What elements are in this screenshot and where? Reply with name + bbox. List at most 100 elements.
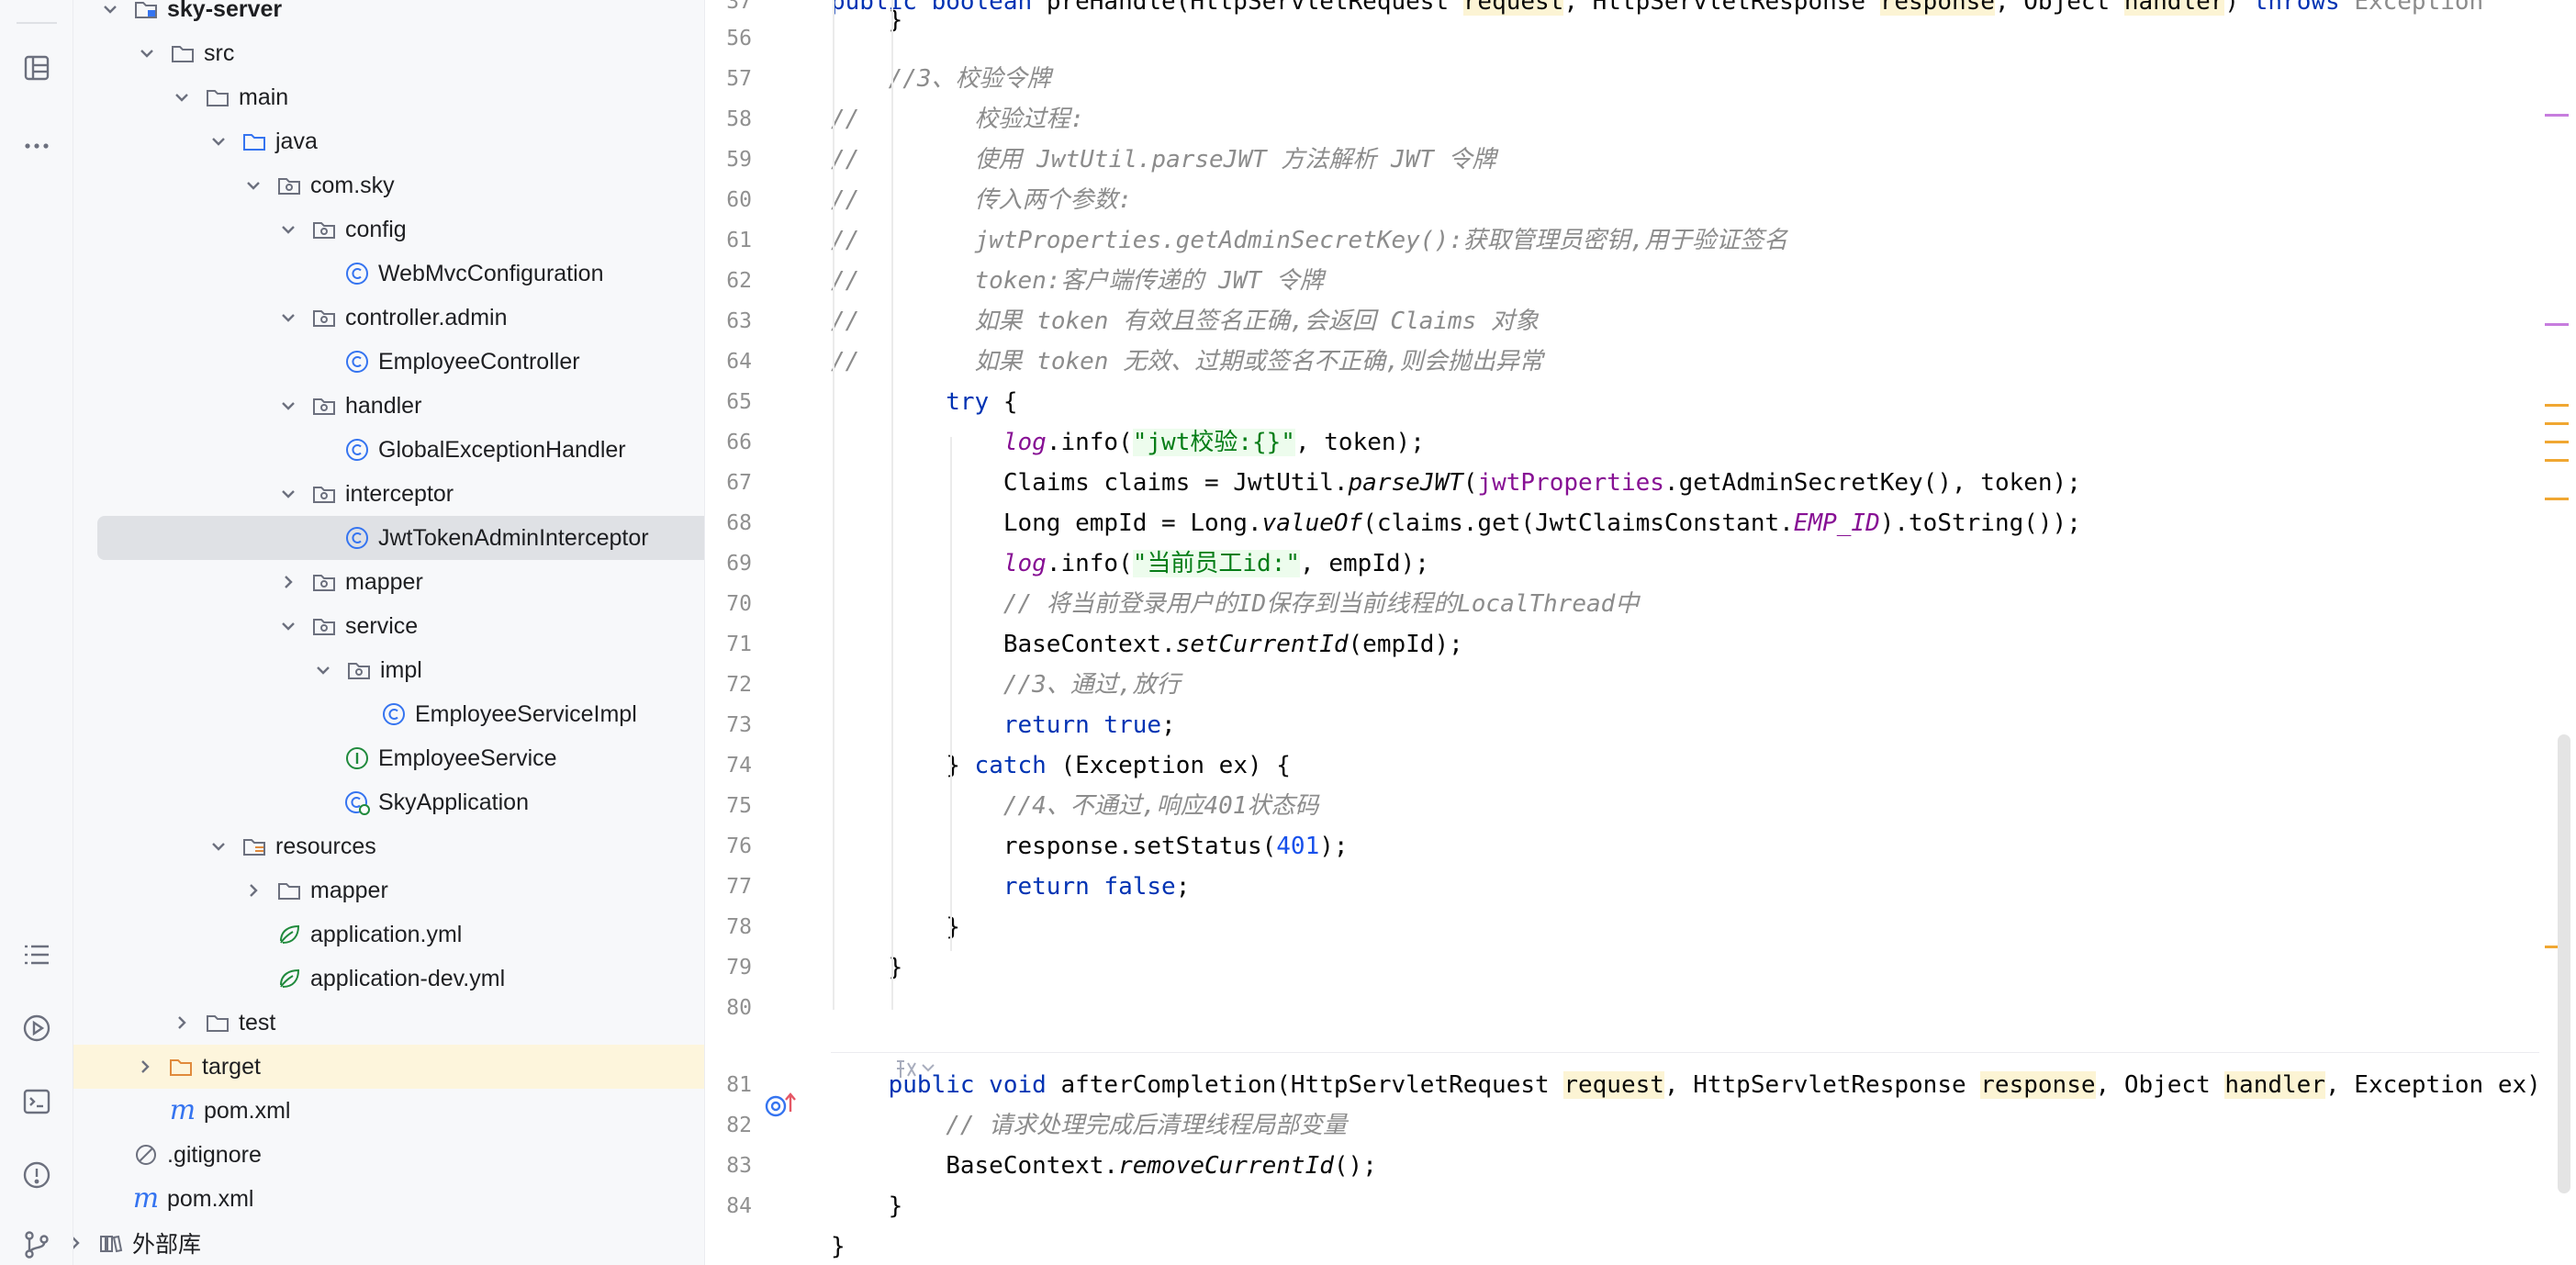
- tree-item[interactable]: main: [73, 75, 704, 119]
- code-line[interactable]: [831, 18, 2576, 59]
- tree-item[interactable]: application-dev.yml: [73, 957, 704, 1001]
- tree-item[interactable]: mapper: [73, 560, 704, 604]
- chevron-down-icon[interactable]: [312, 659, 334, 681]
- tree-item[interactable]: config: [73, 207, 704, 252]
- tree-item[interactable]: test: [73, 1001, 704, 1045]
- chevron-down-icon[interactable]: [207, 130, 230, 152]
- more-icon[interactable]: [17, 121, 57, 162]
- code-line[interactable]: }: [831, 907, 2576, 947]
- code-line[interactable]: // 使用 JwtUtil.parseJWT 方法解析 JWT 令牌: [831, 140, 2576, 180]
- chevron-down-icon[interactable]: [277, 615, 299, 637]
- code-line[interactable]: return false;: [831, 867, 2576, 907]
- tree-item[interactable]: .gitignore: [73, 1133, 704, 1177]
- code-line[interactable]: // token:客户端传递的 JWT 令牌: [831, 261, 2576, 301]
- tree-item[interactable]: resources: [73, 824, 704, 868]
- code-token: "当前员工id:": [1132, 550, 1301, 577]
- line-number: 82: [726, 1114, 752, 1137]
- git-icon[interactable]: [17, 1225, 57, 1265]
- chevron-down-icon[interactable]: [136, 42, 158, 64]
- code-line[interactable]: [831, 988, 2576, 1028]
- tree-item[interactable]: EmployeeServiceImpl: [73, 692, 704, 736]
- tree-item[interactable]: WebMvcConfiguration: [73, 252, 704, 296]
- code-line[interactable]: BaseContext.setCurrentId(empId);: [831, 624, 2576, 665]
- tree-item[interactable]: m pom.xml: [73, 1177, 704, 1221]
- code-line[interactable]: //3、校验令牌: [831, 59, 2576, 99]
- tree-item[interactable]: handler: [73, 384, 704, 428]
- code-line[interactable]: // 请求处理完成后清理线程局部变量: [831, 1105, 2576, 1146]
- tree-item[interactable]: sky-server: [73, 0, 704, 31]
- code-token: Long empId = Long.: [831, 509, 1262, 537]
- tree-item[interactable]: 外部库: [73, 1221, 704, 1265]
- code-line[interactable]: log.info("当前员工id:", empId);: [831, 543, 2576, 584]
- tree-item[interactable]: EmployeeService: [73, 736, 704, 780]
- code-line[interactable]: // 校验过程:: [831, 99, 2576, 140]
- code-line[interactable]: return true;: [831, 705, 2576, 745]
- tree-item[interactable]: mapper: [73, 868, 704, 912]
- code-line[interactable]: Claims claims = JwtUtil.parseJWT(jwtProp…: [831, 463, 2576, 503]
- terminal-icon[interactable]: [17, 1081, 57, 1122]
- problems-icon[interactable]: [17, 1155, 57, 1195]
- tree-item[interactable]: m pom.xml: [73, 1089, 704, 1133]
- code-line[interactable]: }: [831, 1226, 2576, 1265]
- tree-item[interactable]: application.yml: [73, 912, 704, 957]
- code-line[interactable]: }: [831, 947, 2576, 988]
- tree-item[interactable]: JwtTokenAdminInterceptor: [97, 516, 704, 560]
- tree-item-label: EmployeeController: [378, 348, 580, 375]
- chevron-down-icon[interactable]: [99, 0, 121, 20]
- run-icon[interactable]: [17, 1008, 57, 1048]
- todo-list-icon[interactable]: [17, 935, 57, 975]
- code-line[interactable]: // 如果 token 有效且签名正确,会返回 Claims 对象: [831, 301, 2576, 341]
- chevron-down-icon[interactable]: [277, 483, 299, 505]
- tree-item[interactable]: service: [73, 604, 704, 648]
- chevron-down-icon[interactable]: [171, 86, 193, 108]
- code-token: setCurrentId: [1175, 631, 1349, 658]
- tree-item[interactable]: java: [73, 119, 704, 163]
- code-line[interactable]: // jwtProperties.getAdminSecretKey():获取管…: [831, 220, 2576, 261]
- code-line[interactable]: // 传入两个参数:: [831, 180, 2576, 220]
- spring-yml-icon: [275, 965, 303, 992]
- tree-item[interactable]: target: [73, 1045, 704, 1089]
- line-number: 61: [726, 229, 752, 252]
- tree-item[interactable]: interceptor: [73, 472, 704, 516]
- tree-item-label: service: [345, 612, 419, 639]
- chevron-right-icon[interactable]: [242, 879, 264, 901]
- code-line[interactable]: [831, 1028, 2576, 1069]
- code-line[interactable]: try {: [831, 382, 2576, 422]
- code-token: return true: [831, 711, 1162, 739]
- code-line[interactable]: // 如果 token 无效、过期或签名不正确,则会抛出异常: [831, 341, 2576, 382]
- chevron-down-icon[interactable]: [277, 395, 299, 417]
- chevron-right-icon[interactable]: [277, 571, 299, 593]
- tree-item[interactable]: src: [73, 31, 704, 75]
- maven-icon: m: [132, 1182, 160, 1215]
- chevron-down-icon[interactable]: [207, 835, 230, 857]
- override-method-icon[interactable]: [761, 1086, 801, 1123]
- chevron-right-icon[interactable]: [73, 1232, 86, 1254]
- tree-item[interactable]: SkyApplication: [73, 780, 704, 824]
- code-line[interactable]: //4、不通过,响应401状态码: [831, 786, 2576, 826]
- tree-item[interactable]: impl: [73, 648, 704, 692]
- tree-item-label: application-dev.yml: [310, 965, 506, 991]
- code-line[interactable]: }: [831, 1186, 2576, 1226]
- code-line[interactable]: } catch (Exception ex) {: [831, 745, 2576, 786]
- tree-item[interactable]: controller.admin: [73, 296, 704, 340]
- code-line[interactable]: Long empId = Long.valueOf(claims.get(Jwt…: [831, 503, 2576, 543]
- tree-item[interactable]: GlobalExceptionHandler: [73, 428, 704, 472]
- chevron-down-icon[interactable]: [277, 218, 299, 241]
- code-line[interactable]: // 将当前登录用户的ID保存到当前线程的LocalThread中: [831, 584, 2576, 624]
- code-editor[interactable]: 37 56 57 58 59 60 61 62 63 64 65 66 67 68 69 70 71 72 73 74…: [706, 0, 2576, 1265]
- code-line[interactable]: BaseContext.removeCurrentId();: [831, 1146, 2576, 1186]
- code-token: (claims.get(JwtClaimsConstant.: [1362, 509, 1794, 537]
- code-line[interactable]: public void afterCompletion(HttpServletR…: [831, 1065, 2576, 1105]
- chevron-down-icon[interactable]: [242, 174, 264, 196]
- code-line[interactable]: //3、通过,放行: [831, 665, 2576, 705]
- chevron-right-icon[interactable]: [171, 1012, 193, 1034]
- structure-icon[interactable]: [17, 48, 57, 88]
- code-line[interactable]: response.setStatus(401);: [831, 826, 2576, 867]
- tree-item[interactable]: com.sky: [73, 163, 704, 207]
- tree-item[interactable]: EmployeeController: [73, 340, 704, 384]
- chevron-right-icon[interactable]: [134, 1056, 156, 1078]
- chevron-down-icon[interactable]: [277, 307, 299, 329]
- code-token: // 如果 token 有效且签名正确,会返回 Claims 对象: [831, 308, 1539, 335]
- code-line[interactable]: log.info("jwt校验:{}", token);: [831, 422, 2576, 463]
